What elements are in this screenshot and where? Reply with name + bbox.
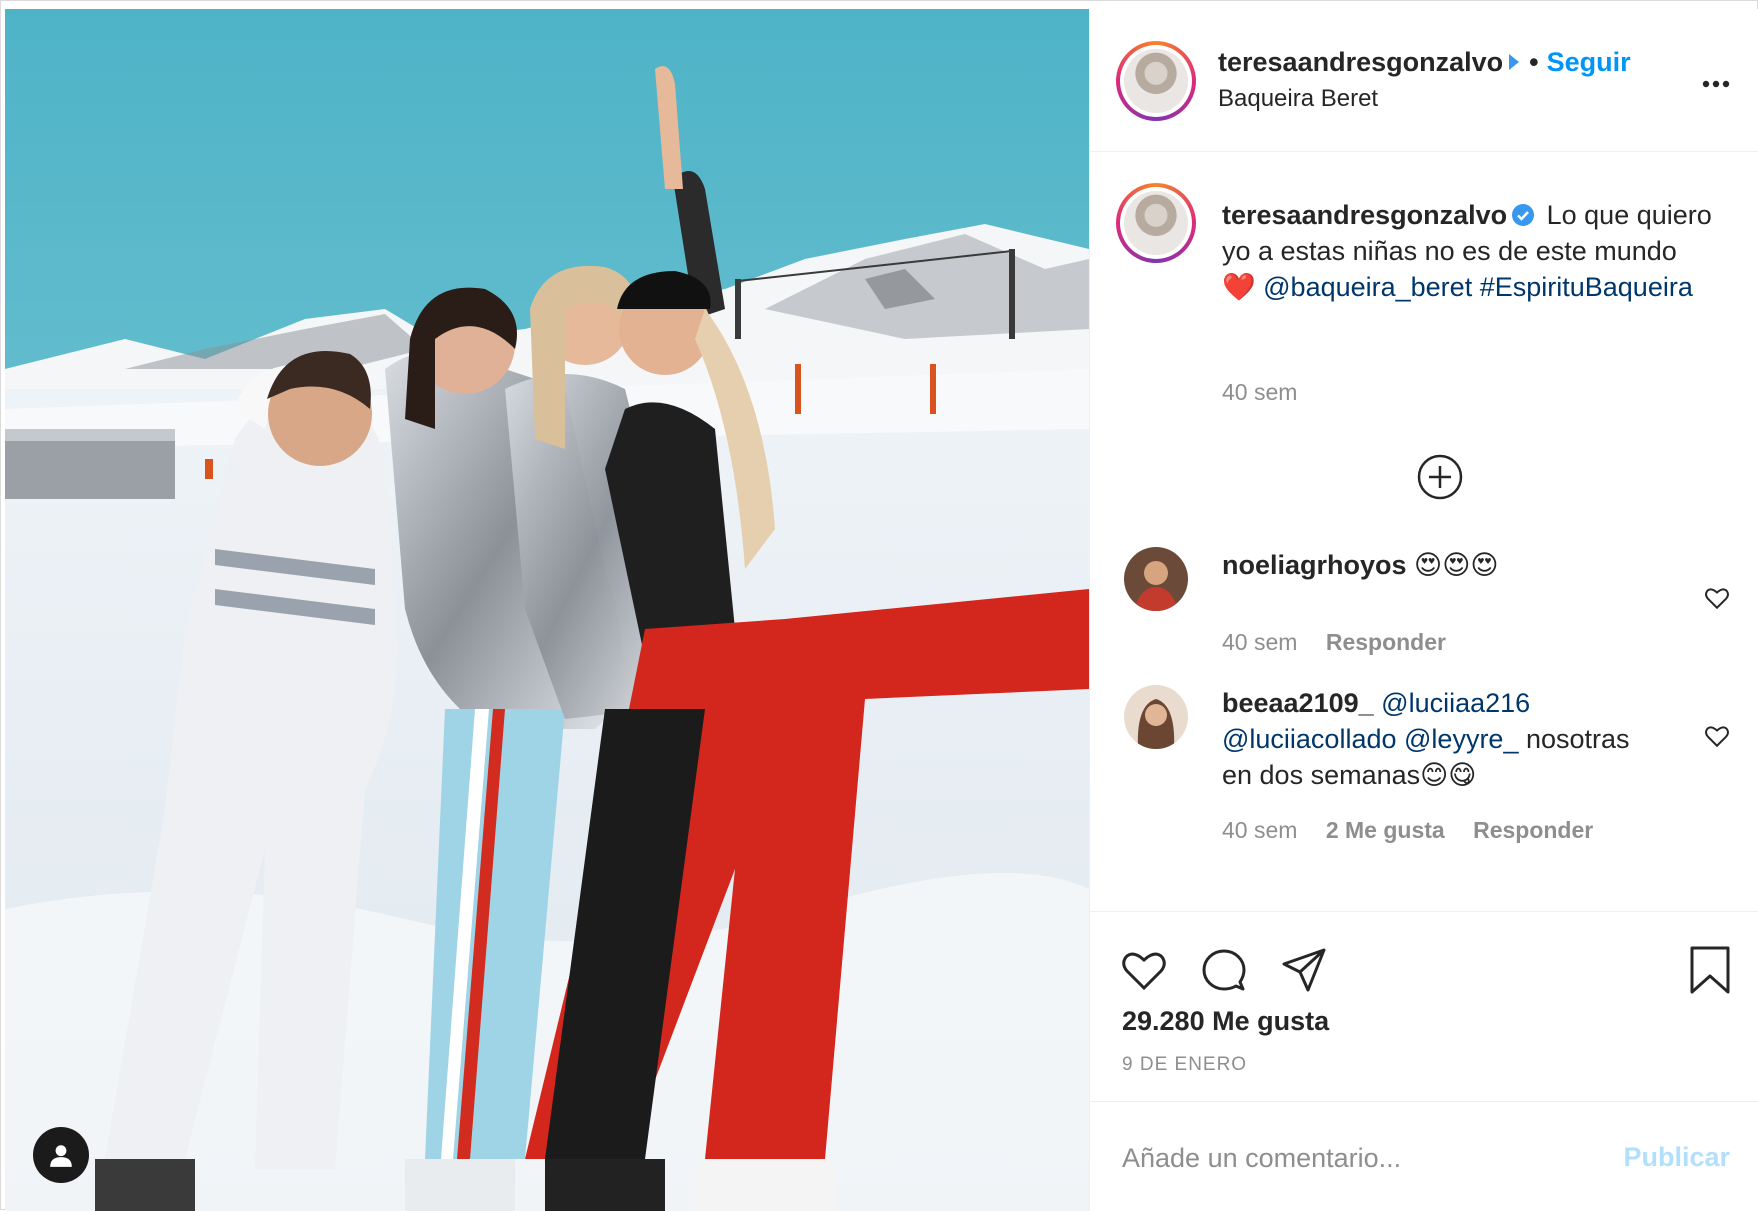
follow-button[interactable]: Seguir	[1547, 47, 1631, 77]
user-icon	[50, 1145, 72, 1167]
separator-dot: •	[1529, 47, 1539, 77]
save-button[interactable]	[1686, 946, 1734, 994]
author-username[interactable]: teresaandresgonzalvo	[1218, 47, 1503, 77]
heart-icon	[1705, 726, 1729, 748]
comment-body: 😍😍😍	[1414, 550, 1499, 580]
comment-mention[interactable]: @luciiaa216	[1381, 688, 1530, 718]
heart-icon	[1705, 588, 1729, 610]
commenter-avatar[interactable]	[1124, 685, 1188, 749]
caption-hashtag[interactable]: #EspirituBaqueira	[1480, 272, 1693, 302]
author-avatar[interactable]	[1116, 41, 1196, 121]
caption-author-avatar[interactable]	[1116, 183, 1196, 263]
photo-illustration	[5, 9, 1089, 1211]
reply-button[interactable]: Responder	[1326, 629, 1446, 655]
header-user-row: teresaandresgonzalvo • Seguir	[1218, 47, 1631, 78]
post-date[interactable]: 9 DE ENERO	[1122, 1054, 1247, 1076]
caption-username[interactable]: teresaandresgonzalvo	[1222, 200, 1507, 230]
post-header: teresaandresgonzalvo • Seguir Baqueira Ber…	[1090, 9, 1758, 152]
comment-timestamp[interactable]: 40 sem	[1222, 817, 1297, 843]
like-button[interactable]	[1120, 946, 1168, 994]
comment-timestamp[interactable]: 40 sem	[1222, 629, 1297, 655]
post-dialog: teresaandresgonzalvo • Seguir Baqueira Ber…	[0, 0, 1758, 1211]
caption-text: teresaandresgonzalvo Lo que quiero yo a …	[1222, 197, 1712, 305]
post-details-panel: teresaandresgonzalvo • Seguir Baqueira Ber…	[1089, 9, 1758, 1211]
verified-badge-icon	[1512, 204, 1535, 226]
comment-input[interactable]	[1122, 1138, 1582, 1178]
comment-button[interactable]	[1200, 946, 1248, 994]
caption-mention[interactable]: @baqueira_beret	[1263, 272, 1472, 302]
heart-emoji: ❤️	[1222, 272, 1256, 302]
comment-like-button[interactable]	[1704, 723, 1730, 749]
tagged-users-button[interactable]	[33, 1127, 89, 1183]
reply-button[interactable]: Responder	[1473, 817, 1593, 843]
load-more-comments-button[interactable]	[1416, 453, 1464, 501]
comment-like-button[interactable]	[1704, 585, 1730, 611]
more-icon	[1702, 80, 1730, 88]
share-icon	[1282, 948, 1326, 992]
comment-text: noeliagrhoyos 😍😍😍	[1222, 547, 1662, 583]
commenter-username[interactable]: noeliagrhoyos	[1222, 550, 1407, 580]
comment-mention[interactable]: @luciiacollado	[1222, 724, 1397, 754]
publish-button[interactable]: Publicar	[1623, 1142, 1730, 1173]
plus-circle-icon	[1417, 454, 1463, 500]
caption-timestamp[interactable]: 40 sem	[1222, 379, 1297, 406]
comment-mention[interactable]: @leyyre_	[1404, 724, 1518, 754]
post-photo[interactable]	[5, 9, 1089, 1211]
more-options-button[interactable]	[1702, 69, 1730, 89]
location-link[interactable]: Baqueira Beret	[1218, 85, 1378, 113]
heart-icon	[1122, 952, 1166, 991]
commenter-username[interactable]: beeaa2109_	[1222, 688, 1374, 718]
comment-icon	[1202, 949, 1246, 991]
comment-form: Publicar	[1090, 1101, 1758, 1211]
comment-likes-count[interactable]: 2 Me gusta	[1326, 817, 1445, 843]
bookmark-icon	[1690, 946, 1730, 994]
commenter-avatar[interactable]	[1124, 547, 1188, 611]
comment-meta: 40 sem 2 Me gusta Responder	[1222, 817, 1615, 844]
comment-meta: 40 sem Responder	[1222, 629, 1468, 656]
comment-text: beeaa2109_ @luciiaa216 @luciiacollado @l…	[1222, 685, 1662, 793]
verified-icon	[1509, 54, 1520, 70]
likes-count[interactable]: 29.280 Me gusta	[1122, 1006, 1329, 1037]
share-button[interactable]	[1280, 946, 1328, 994]
post-actions: 29.280 Me gusta 9 DE ENERO	[1090, 911, 1758, 1101]
